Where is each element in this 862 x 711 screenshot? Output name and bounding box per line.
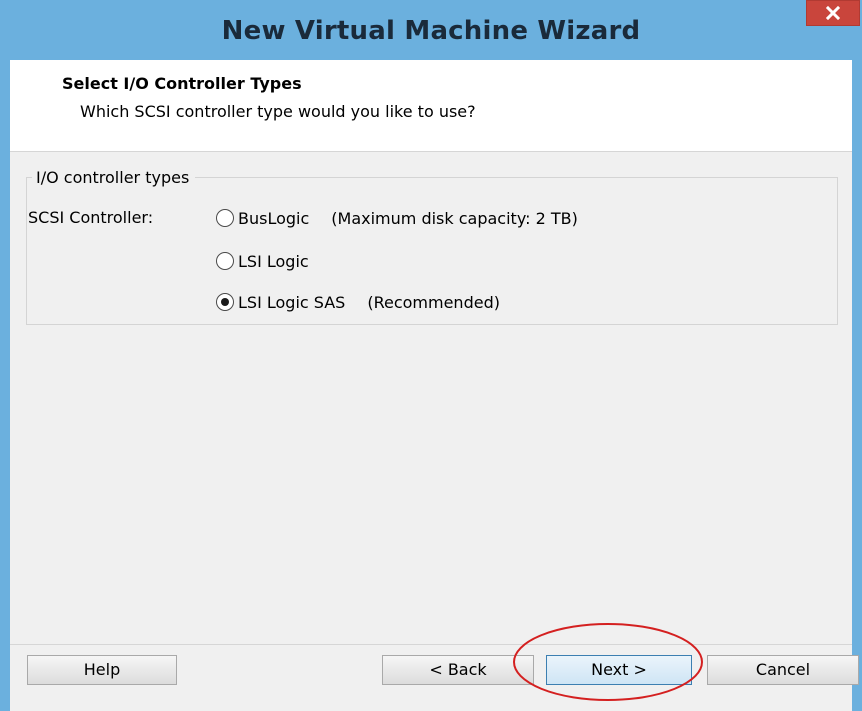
radio-label[interactable]: LSI Logic [238,252,309,271]
radio-label[interactable]: BusLogic [238,209,309,228]
back-button[interactable]: < Back [382,655,534,685]
wizard-header: Select I/O Controller Types Which SCSI c… [10,60,852,152]
radio-button-lsi-logic[interactable] [216,252,234,270]
wizard-body: I/O controller types SCSI Controller: Bu… [10,152,852,644]
wizard-window: New Virtual Machine Wizard Select I/O Co… [0,0,862,711]
page-subtitle: Which SCSI controller type would you lik… [80,102,476,121]
close-icon [826,6,840,20]
radio-button-buslogic[interactable] [216,209,234,227]
scsi-controller-label: SCSI Controller: [28,208,154,227]
close-button[interactable] [806,0,860,26]
radio-label[interactable]: LSI Logic SAS [238,293,345,312]
groupbox-legend: I/O controller types [32,168,196,187]
radio-buslogic[interactable]: BusLogic (Maximum disk capacity: 2 TB) [216,206,578,230]
wizard-footer: Help < Back Next > Cancel [10,644,859,711]
window-frame-left [0,60,10,711]
help-button[interactable]: Help [27,655,177,685]
radio-lsi-logic[interactable]: LSI Logic [216,249,309,273]
radio-note: (Maximum disk capacity: 2 TB) [331,208,578,228]
window-title: New Virtual Machine Wizard [221,16,641,46]
cancel-button[interactable]: Cancel [707,655,859,685]
page-title: Select I/O Controller Types [62,74,302,93]
radio-lsi-logic-sas[interactable]: LSI Logic SAS (Recommended) [216,290,500,314]
title-bar[interactable]: New Virtual Machine Wizard [0,0,862,60]
next-button[interactable]: Next > [546,655,692,685]
radio-button-lsi-logic-sas[interactable] [216,293,234,311]
radio-note: (Recommended) [367,292,500,312]
window-frame-right [852,60,862,711]
